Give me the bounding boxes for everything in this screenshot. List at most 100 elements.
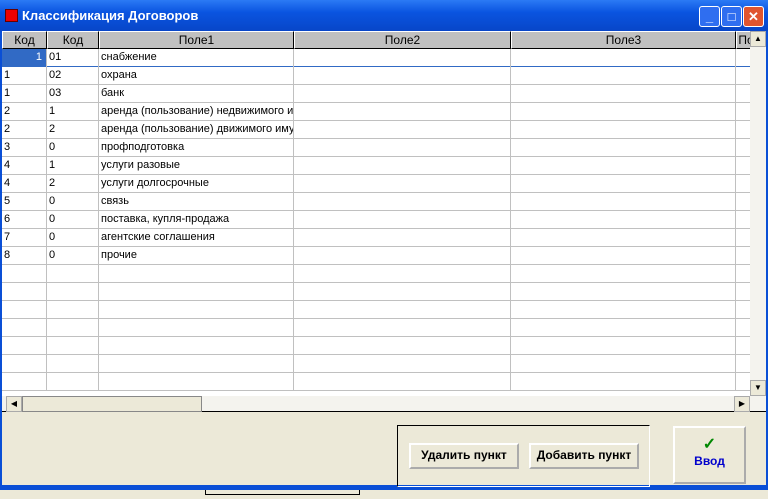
table-cell[interactable] (294, 301, 511, 319)
table-cell[interactable] (736, 373, 750, 391)
table-cell[interactable] (511, 373, 736, 391)
table-cell[interactable] (511, 121, 736, 139)
column-header[interactable]: Код (2, 31, 47, 49)
table-row[interactable] (2, 337, 750, 355)
table-cell[interactable]: 6 (2, 211, 47, 229)
table-cell[interactable] (2, 265, 47, 283)
table-cell[interactable]: 1 (47, 157, 99, 175)
table-cell[interactable]: 0 (47, 193, 99, 211)
table-cell[interactable] (294, 265, 511, 283)
table-cell[interactable] (294, 103, 511, 121)
table-cell[interactable] (47, 319, 99, 337)
table-row[interactable] (2, 283, 750, 301)
table-row[interactable] (2, 265, 750, 283)
table-cell[interactable]: 7 (2, 229, 47, 247)
table-cell[interactable] (511, 319, 736, 337)
horizontal-scrollbar[interactable]: ◀ ▶ (2, 396, 766, 412)
table-cell[interactable]: банк (99, 85, 294, 103)
table-cell[interactable] (2, 301, 47, 319)
table-cell[interactable] (736, 211, 750, 229)
table-cell[interactable] (736, 85, 750, 103)
table-row[interactable] (2, 355, 750, 373)
table-cell[interactable] (511, 139, 736, 157)
table-cell[interactable] (511, 103, 736, 121)
delete-item-button[interactable]: Удалить пункт (409, 443, 519, 469)
table-cell[interactable]: 1 (2, 67, 47, 85)
table-cell[interactable] (736, 265, 750, 283)
table-cell[interactable] (2, 373, 47, 391)
maximize-button[interactable]: □ (721, 6, 742, 27)
table-row[interactable]: 8 0 прочие (2, 247, 750, 265)
table-cell[interactable]: 1 (2, 49, 47, 67)
table-cell[interactable]: поставка, купля-продажа (99, 211, 294, 229)
table-cell[interactable] (294, 139, 511, 157)
column-header[interactable]: По (736, 31, 750, 49)
table-cell[interactable]: 4 (2, 157, 47, 175)
table-cell[interactable] (511, 265, 736, 283)
table-row[interactable]: 6 0 поставка, купля-продажа (2, 211, 750, 229)
table-cell[interactable] (99, 265, 294, 283)
table-cell[interactable] (47, 301, 99, 319)
table-cell[interactable]: профподготовка (99, 139, 294, 157)
table-cell[interactable] (736, 319, 750, 337)
table-cell[interactable] (511, 67, 736, 85)
table-cell[interactable] (47, 355, 99, 373)
close-button[interactable]: ✕ (743, 6, 764, 27)
table-cell[interactable]: 1 (47, 103, 99, 121)
table-cell[interactable] (511, 175, 736, 193)
table-cell[interactable] (99, 337, 294, 355)
table-cell[interactable]: 3 (2, 139, 47, 157)
table-cell[interactable] (511, 85, 736, 103)
table-cell[interactable] (294, 175, 511, 193)
table-cell[interactable] (736, 175, 750, 193)
table-cell[interactable] (294, 121, 511, 139)
table-cell[interactable] (47, 337, 99, 355)
table-cell[interactable]: 03 (47, 85, 99, 103)
table-cell[interactable]: 01 (47, 49, 99, 67)
title-bar[interactable]: Классификация Договоров _ □ ✕ (0, 0, 768, 31)
table-row[interactable]: 21аренда (пользование) недвижимого имуще… (2, 103, 750, 121)
table-cell[interactable] (2, 283, 47, 301)
table-cell[interactable] (47, 283, 99, 301)
table-cell[interactable] (99, 301, 294, 319)
table-cell[interactable] (511, 229, 736, 247)
table-cell[interactable]: прочие (99, 247, 294, 265)
scroll-down-icon[interactable]: ▼ (750, 380, 766, 396)
table-cell[interactable] (99, 355, 294, 373)
data-grid[interactable]: КодКодПоле1Поле2Поле3По101снабжение102ох… (2, 31, 750, 396)
table-cell[interactable] (736, 139, 750, 157)
table-cell[interactable] (736, 301, 750, 319)
table-cell[interactable] (736, 247, 750, 265)
table-cell[interactable] (47, 265, 99, 283)
table-cell[interactable]: 02 (47, 67, 99, 85)
table-cell[interactable] (294, 319, 511, 337)
table-cell[interactable] (99, 373, 294, 391)
table-row[interactable]: 1 02 охрана (2, 67, 750, 85)
table-cell[interactable] (736, 193, 750, 211)
table-row[interactable]: 1 03 банк (2, 85, 750, 103)
scroll-right-icon[interactable]: ▶ (734, 396, 750, 412)
table-cell[interactable] (511, 301, 736, 319)
table-cell[interactable] (511, 355, 736, 373)
table-cell[interactable]: 0 (47, 247, 99, 265)
table-cell[interactable]: 5 (2, 193, 47, 211)
table-cell[interactable]: связь (99, 193, 294, 211)
table-cell[interactable] (736, 121, 750, 139)
table-cell[interactable]: услуги разовые (99, 157, 294, 175)
table-cell[interactable]: агентские соглашения (99, 229, 294, 247)
table-cell[interactable] (736, 229, 750, 247)
table-cell[interactable] (294, 247, 511, 265)
table-row[interactable]: 1 01 снабжение (2, 49, 750, 67)
table-cell[interactable] (511, 247, 736, 265)
table-cell[interactable] (736, 355, 750, 373)
table-row[interactable]: 5 0 связь (2, 193, 750, 211)
table-cell[interactable]: 2 (47, 175, 99, 193)
table-cell[interactable] (736, 337, 750, 355)
table-cell[interactable] (511, 157, 736, 175)
table-cell[interactable]: снабжение (99, 49, 294, 67)
table-cell[interactable]: 2 (2, 121, 47, 139)
column-header[interactable]: Поле3 (511, 31, 736, 49)
table-row[interactable]: 4 1 услуги разовые (2, 157, 750, 175)
table-cell[interactable] (294, 193, 511, 211)
table-cell[interactable]: аренда (пользование) недвижимого имущест… (99, 103, 294, 121)
